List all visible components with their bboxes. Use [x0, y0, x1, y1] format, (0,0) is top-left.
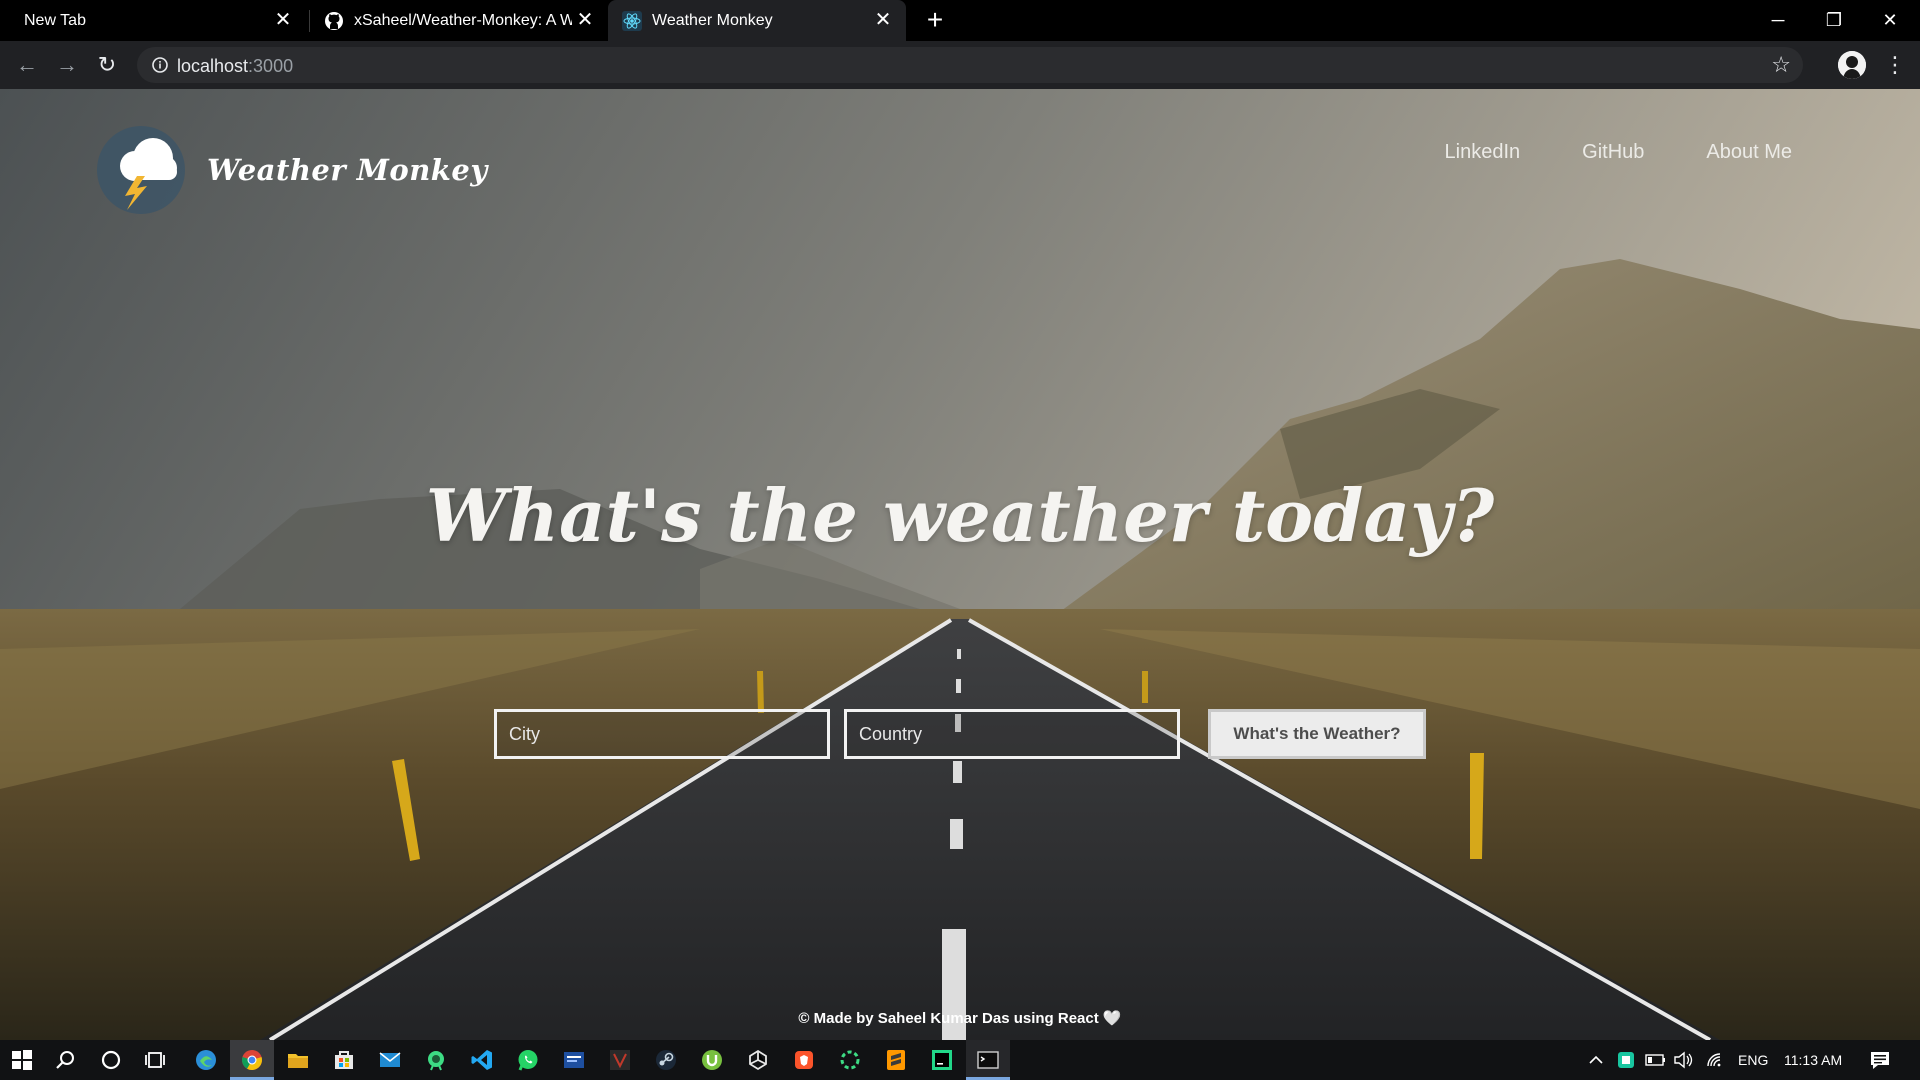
brave-icon[interactable]	[790, 1046, 818, 1074]
unity-icon[interactable]	[744, 1046, 772, 1074]
bookmark-star-icon[interactable]: ☆	[1771, 53, 1791, 77]
nav-link-github[interactable]: GitHub	[1582, 141, 1644, 164]
file-explorer-icon[interactable]	[284, 1046, 312, 1074]
url-port: :3000	[248, 56, 294, 76]
tab-separator	[309, 10, 310, 32]
wifi-icon[interactable]	[1702, 1046, 1730, 1074]
show-hidden-icons-chevron-icon[interactable]	[1582, 1046, 1610, 1074]
city-input[interactable]: City	[494, 709, 830, 759]
tab-title: Weather Monkey	[652, 11, 773, 29]
country-input[interactable]: Country	[844, 709, 1180, 759]
nav-link-about-me[interactable]: About Me	[1706, 141, 1792, 164]
address-bar[interactable]: localhost:3000 ☆	[137, 47, 1803, 83]
new-tab-button[interactable]: +	[920, 6, 950, 36]
reload-icon[interactable]: ↻	[92, 50, 122, 80]
restore-button[interactable]: ❐	[1806, 0, 1862, 41]
browser-menu-icon[interactable]: ⋮	[1880, 50, 1910, 80]
tab-new-tab[interactable]: New Tab ✕	[0, 0, 306, 41]
close-tab-icon[interactable]: ✕	[872, 9, 894, 31]
forward-arrow-icon[interactable]: →	[52, 50, 82, 80]
brand[interactable]: Weather Monkey	[95, 124, 488, 216]
edge-icon[interactable]	[192, 1046, 220, 1074]
utorrent-icon[interactable]	[698, 1046, 726, 1074]
close-tab-icon[interactable]: ✕	[574, 9, 596, 31]
browser-tab-strip: New Tab ✕ xSaheel/Weather-Monkey: A We ✕…	[0, 0, 1920, 41]
url-host: localhost	[177, 56, 249, 76]
cloud-lightning-icon	[97, 126, 185, 214]
vscode-icon[interactable]	[468, 1046, 496, 1074]
brand-name: Weather Monkey	[207, 153, 488, 187]
close-window-button[interactable]: ✕	[1862, 0, 1918, 41]
loading-ring-icon[interactable]	[836, 1046, 864, 1074]
url-text: localhost:3000	[177, 56, 293, 77]
tray-app-icon[interactable]	[1612, 1046, 1640, 1074]
tab-title: New Tab	[24, 11, 86, 29]
profile-avatar[interactable]	[1838, 51, 1866, 79]
top-nav: LinkedIn GitHub About Me	[1383, 141, 1792, 164]
whats-the-weather-button[interactable]: What's the Weather?	[1208, 709, 1426, 759]
tab-github[interactable]: xSaheel/Weather-Monkey: A We ✕	[312, 0, 608, 41]
search-icon[interactable]	[52, 1046, 80, 1074]
tab-title: xSaheel/Weather-Monkey: A We	[354, 11, 572, 29]
android-studio-icon[interactable]	[422, 1046, 450, 1074]
close-tab-icon[interactable]: ✕	[272, 9, 294, 31]
sublime-text-icon[interactable]	[882, 1046, 910, 1074]
city-placeholder: City	[509, 723, 540, 744]
windows-start-icon[interactable]	[8, 1046, 36, 1074]
weather-search-form: City Country What's the Weather?	[494, 709, 1426, 759]
action-center-notification-icon[interactable]	[1866, 1046, 1894, 1074]
volume-icon[interactable]	[1670, 1046, 1698, 1074]
weather-monkey-page: Weather Monkey LinkedIn GitHub About Me …	[0, 89, 1920, 1040]
battery-icon[interactable]	[1642, 1046, 1670, 1074]
game-app-icon[interactable]	[606, 1046, 634, 1074]
footer-credit: © Made by Saheel Kumar Das using React 🤍	[798, 1010, 1122, 1027]
back-arrow-icon[interactable]: ←	[12, 50, 42, 80]
taskbar-clock[interactable]: 11:13 AM	[1784, 1052, 1842, 1068]
whatsapp-icon[interactable]	[514, 1046, 542, 1074]
steam-icon[interactable]	[652, 1046, 680, 1074]
mail-icon[interactable]	[376, 1046, 404, 1074]
windows-taskbar: ENG 11:13 AM	[0, 1040, 1920, 1080]
pycharm-icon[interactable]	[928, 1046, 956, 1074]
nav-link-linkedin[interactable]: LinkedIn	[1445, 141, 1521, 164]
road-landscape-background	[0, 89, 1920, 1040]
task-view-icon[interactable]	[142, 1046, 170, 1074]
react-icon	[622, 10, 642, 31]
chrome-icon[interactable]	[238, 1046, 266, 1074]
country-placeholder: Country	[859, 723, 923, 744]
cortana-icon[interactable]	[97, 1046, 125, 1074]
store-icon[interactable]	[330, 1046, 358, 1074]
site-info-icon[interactable]	[150, 55, 170, 75]
hero-title: What's the weather today?	[425, 473, 1495, 558]
tab-weather-monkey[interactable]: Weather Monkey ✕	[608, 0, 906, 41]
browser-toolbar: ← → ↻ localhost:3000 ☆ ⋮	[0, 41, 1920, 89]
input-language-indicator[interactable]: ENG	[1738, 1052, 1768, 1068]
terminal-icon[interactable]	[974, 1046, 1002, 1074]
dev-app-icon[interactable]	[560, 1046, 588, 1074]
github-icon	[324, 11, 344, 31]
minimize-button[interactable]: ─	[1750, 0, 1806, 41]
